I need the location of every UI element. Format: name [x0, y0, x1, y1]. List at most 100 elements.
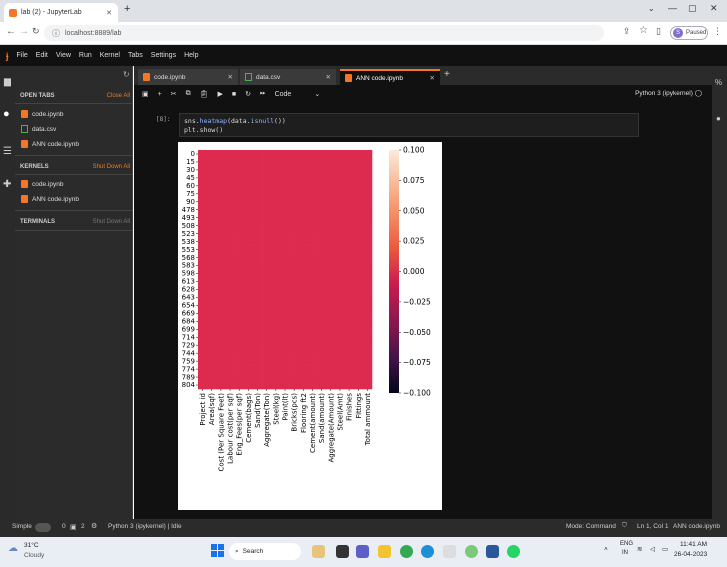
chrome-icon[interactable] — [400, 545, 413, 558]
open-tab-item[interactable]: data.csv — [21, 125, 56, 133]
cursor-position[interactable]: Ln 1, Col 1 — [637, 523, 668, 530]
menu-edit[interactable]: Edit — [36, 52, 48, 59]
stop-icon[interactable]: ■ — [232, 91, 236, 98]
close-icon[interactable]: ✕ — [228, 73, 233, 81]
profile-button[interactable]: S Paused — [670, 26, 708, 40]
heatmap-cell — [262, 253, 272, 262]
heatmap-cell — [262, 269, 272, 278]
app-icon[interactable] — [465, 545, 478, 558]
heatmap-cell — [317, 237, 327, 246]
doc-tab[interactable]: data.csv ✕ — [240, 69, 336, 85]
reload-icon[interactable]: ↻ — [32, 26, 40, 37]
kernel-name[interactable]: Python 3 (ipykernel) ◯ — [635, 89, 702, 97]
terminals-shut-down-button[interactable]: Shut Down All — [93, 219, 130, 225]
run-icon[interactable]: ▶ — [217, 90, 222, 98]
kernel-item[interactable]: code.ipynb — [21, 180, 63, 188]
back-icon[interactable]: ← — [6, 26, 16, 37]
cut-icon[interactable]: ✂ — [171, 90, 177, 98]
heatmap-cell — [198, 293, 208, 302]
running-icon[interactable]: ● — [3, 108, 10, 120]
open-tab-item[interactable]: code.ipynb — [21, 110, 63, 118]
save-icon[interactable]: ▣ — [142, 90, 149, 98]
close-icon[interactable]: ✕ — [430, 74, 435, 82]
forward-icon[interactable]: → — [19, 26, 29, 37]
open-tab-item[interactable]: ANN code.ipynb — [21, 140, 79, 148]
heatmap-cell — [298, 357, 309, 366]
heatmap-cell — [252, 381, 263, 390]
browser-tab[interactable]: lab (2) - JupyterLab ✕ — [4, 3, 118, 22]
file-explorer-icon[interactable] — [378, 545, 391, 558]
property-inspector-icon[interactable]: % — [715, 78, 722, 87]
simple-mode-toggle[interactable] — [35, 523, 51, 532]
folder-icon[interactable]: ▆ — [4, 76, 11, 87]
edge-icon[interactable] — [421, 545, 434, 558]
heatmap-cell — [271, 189, 281, 199]
windows-start-icon[interactable] — [211, 544, 224, 557]
battery-icon[interactable]: ▭ — [662, 545, 668, 553]
bookmark-star-icon[interactable]: ☆ — [639, 25, 648, 36]
add-cell-icon[interactable]: + — [158, 91, 162, 98]
word-icon[interactable] — [486, 545, 499, 558]
heatmap-cell — [353, 237, 364, 246]
language-indicator[interactable]: ENG — [620, 541, 633, 547]
minimize-icon[interactable]: — — [668, 3, 677, 13]
restart-icon[interactable]: ↻ — [245, 90, 251, 98]
heatmap-cell — [252, 325, 263, 334]
row-tick-label: 75 — [186, 190, 195, 198]
task-view-icon[interactable] — [336, 545, 349, 558]
chevron-up-icon[interactable]: ˄ — [604, 546, 608, 553]
kebab-menu-icon[interactable]: ⋮ — [713, 26, 722, 37]
clock-time[interactable]: 11:41 AM — [680, 541, 707, 548]
share-icon[interactable]: ⇪ — [623, 26, 631, 37]
new-launcher-icon[interactable]: + — [444, 69, 450, 80]
code-line-2: plt.show() — [184, 126, 224, 134]
kernel-item[interactable]: ANN code.ipynb — [21, 195, 79, 203]
heatmap-cell — [344, 293, 354, 302]
menu-tabs[interactable]: Tabs — [128, 52, 143, 59]
whatsapp-icon[interactable] — [507, 545, 520, 558]
menu-settings[interactable]: Settings — [151, 52, 176, 59]
kernel-status[interactable]: Python 3 (ipykernel) | Idle — [108, 523, 182, 530]
new-tab-icon[interactable]: + — [124, 3, 130, 15]
volume-icon[interactable]: ◁ — [650, 545, 655, 553]
heatmap-cell — [243, 309, 254, 318]
menu-view[interactable]: View — [56, 52, 71, 59]
maximize-icon[interactable]: ▢ — [688, 3, 697, 14]
heatmap-cell — [198, 197, 208, 207]
widget-icon[interactable] — [312, 545, 325, 558]
paste-icon[interactable]: 📋︎ — [200, 90, 209, 98]
store-icon[interactable] — [443, 545, 456, 558]
menu-kernel[interactable]: Kernel — [100, 52, 120, 59]
code-cell[interactable]: sns.heatmap(data.isnull()) plt.show() — [179, 113, 639, 137]
heatmap-cell — [262, 173, 272, 183]
heatmap-cell — [262, 333, 272, 342]
doc-tab[interactable]: code.ipynb ✕ — [138, 69, 238, 85]
taskbar-search[interactable]: ⌕ Search — [229, 543, 301, 560]
debugger-icon[interactable]: ● — [716, 114, 721, 123]
extension-icon[interactable]: ✚ — [3, 179, 11, 190]
menu-run[interactable]: Run — [79, 52, 92, 59]
heatmap-cell — [307, 213, 318, 222]
close-all-button[interactable]: Close All — [107, 93, 130, 99]
tab-search-icon[interactable]: ⌄ — [648, 4, 655, 13]
fast-forward-icon[interactable]: ⏩︎ — [260, 90, 266, 98]
heatmap-cell — [289, 381, 300, 390]
close-icon[interactable]: ✕ — [326, 73, 331, 81]
heatmap-cell — [335, 341, 345, 350]
menu-help[interactable]: Help — [184, 52, 198, 59]
cell-type-select[interactable]: Code — [275, 91, 292, 98]
copy-icon[interactable]: ⧉ — [186, 90, 191, 98]
url-field[interactable]: ⓘ localhost:8889/lab — [44, 25, 604, 41]
menu-file[interactable]: File — [17, 52, 28, 59]
toc-icon[interactable]: ☰ — [3, 146, 12, 157]
shut-down-all-button[interactable]: Shut Down All — [93, 164, 130, 170]
close-tab-icon[interactable]: ✕ — [106, 9, 112, 17]
sidepanel-icon[interactable]: ▯ — [656, 26, 661, 37]
window-close-icon[interactable]: ✕ — [710, 3, 718, 14]
wifi-icon[interactable]: ≋ — [637, 545, 642, 553]
doc-tab-active[interactable]: ANN code.ipynb ✕ — [340, 69, 440, 85]
refresh-icon[interactable]: ↻ — [123, 70, 130, 79]
heatmap-cell — [362, 333, 373, 342]
chevron-down-icon[interactable]: ⌄ — [314, 90, 320, 98]
teams-icon[interactable] — [356, 545, 369, 558]
